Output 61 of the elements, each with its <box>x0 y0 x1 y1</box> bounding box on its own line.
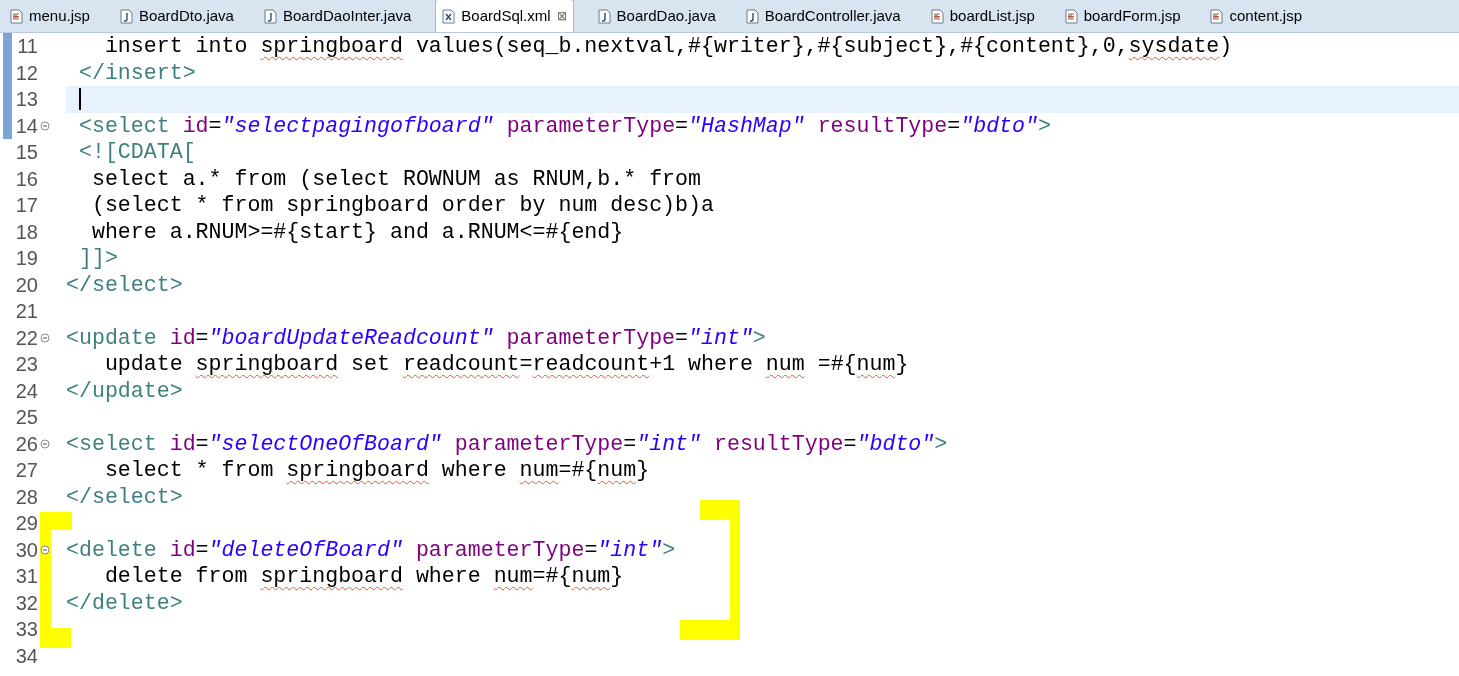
code-line: select a.* from (select ROWNUM as RNUM,b.* from <box>90 165 701 192</box>
line-number: 26 <box>14 431 38 457</box>
code-line: update springboard set readcount=readcount+1 where num =#{num} <box>103 351 909 378</box>
tab-label: content.jsp <box>1229 6 1303 27</box>
tab-label: menu.jsp <box>29 6 90 27</box>
tab-label: BoardController.java <box>764 6 901 27</box>
code-line: </select> <box>66 271 183 298</box>
line-number: 21 <box>14 299 38 325</box>
editor-tab[interactable]: BoardDao.java <box>591 1 722 32</box>
tab-label: boardForm.jsp <box>1083 6 1181 27</box>
line-number: 29 <box>14 511 38 537</box>
editor-tab[interactable]: BoardDaoInter.java <box>257 1 418 32</box>
code-line: </select> <box>66 483 183 510</box>
line-number: 30 <box>14 537 38 563</box>
tab-label: BoardDao.java <box>616 6 716 27</box>
line-number: 28 <box>14 484 38 510</box>
code-line: ]]> <box>77 245 118 272</box>
line-number: 33 <box>14 617 38 643</box>
line-number: 16 <box>14 166 38 192</box>
editor-tab[interactable]: BoardDto.java <box>113 1 240 32</box>
line-number: 27 <box>14 458 38 484</box>
code-line: <select id="selectOneOfBoard" parameterType="int" resultType="bdto"> <box>66 430 948 457</box>
code-line: <select id="selectpagingofboard" parameterType="HashMap" resultType="bdto"> <box>77 112 1051 139</box>
line-number: 34 <box>14 643 38 669</box>
editor-tab[interactable]: content.jsp <box>1204 1 1309 32</box>
line-number: 14 <box>14 113 38 139</box>
line-number: 11 <box>16 34 38 60</box>
tab-label: BoardSql.xml <box>461 5 551 26</box>
line-number: 25 <box>14 405 38 431</box>
line-number: 31 <box>14 564 38 590</box>
code-line: select * from springboard where num=#{num} <box>103 457 650 484</box>
line-number: 32 <box>14 590 38 616</box>
line-number: 22 <box>14 325 38 351</box>
line-number: 18 <box>14 219 38 245</box>
line-number: 13 <box>14 87 38 113</box>
code-line: delete from springboard where num=#{num} <box>103 563 624 590</box>
code-line: (select * from springboard order by num desc)b)a <box>90 192 714 219</box>
line-number: 23 <box>14 352 38 378</box>
line-number: 15 <box>14 140 38 166</box>
line-number: 17 <box>14 193 38 219</box>
editor-tab[interactable]: boardForm.jsp <box>1058 1 1187 32</box>
code-line: </update> <box>66 377 183 404</box>
editor-tab[interactable]: menu.jsp <box>4 1 96 32</box>
editor-tab[interactable]: BoardController.java <box>739 1 907 32</box>
tab-label: boardList.jsp <box>949 6 1035 27</box>
editor-tab[interactable]: boardList.jsp <box>924 1 1041 32</box>
line-number: 19 <box>14 246 38 272</box>
line-number: 24 <box>14 378 38 404</box>
line-number: 20 <box>14 272 38 298</box>
close-button[interactable]: ⊠ <box>556 7 567 25</box>
code-line: <update id="boardUpdateReadcount" parameterType="int"> <box>66 324 766 351</box>
tab-label: BoardDaoInter.java <box>282 6 412 27</box>
code-line: <![CDATA[ <box>77 139 196 166</box>
code-line: </delete> <box>66 589 183 616</box>
tab-label: BoardDto.java <box>138 6 234 27</box>
line-number: 12 <box>14 60 38 86</box>
code-line: insert into springboard values(seq_b.nextval,#{writer},#{subject},#{content},0,sysdate) <box>103 33 1233 60</box>
code-line: </insert> <box>77 59 196 86</box>
code-line: where a.RNUM>=#{start} and a.RNUM<=#{end} <box>90 218 624 245</box>
code-line: <delete id="deleteOfBoard" parameterType="int"> <box>66 536 676 563</box>
editor-tab[interactable]: BoardSql.xml ⊠ <box>435 0 574 32</box>
